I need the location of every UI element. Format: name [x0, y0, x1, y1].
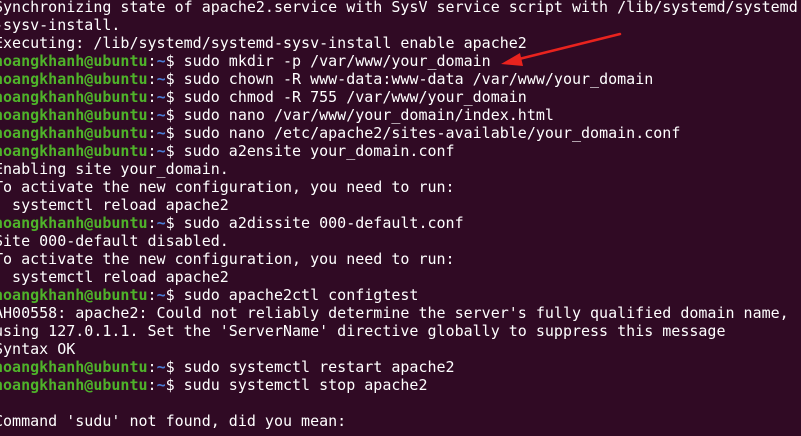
prompt-line: hoangkhanh@ubuntu:~$ sudo nano /var/www/… [0, 106, 554, 124]
prompt-path: ~ [156, 142, 166, 160]
output-line: Command 'sudu' not found, did you mean: [0, 412, 347, 430]
output-line: systemctl reload apache2 [0, 268, 229, 286]
prompt-separator: : [147, 124, 157, 142]
prompt-path: ~ [156, 286, 166, 304]
prompt-line: hoangkhanh@ubuntu:~$ sudu systemctl stop… [0, 376, 428, 394]
command-text: sudo systemctl restart apache2 [183, 358, 455, 376]
prompt-symbol: $ [165, 376, 184, 394]
prompt-separator: : [147, 214, 157, 232]
prompt-path: ~ [156, 358, 166, 376]
command-text: sudo a2ensite your_domain.conf [183, 142, 455, 160]
prompt-separator: : [147, 376, 157, 394]
prompt-user: hoangkhanh@ubuntu [0, 286, 148, 304]
output-line: Executing: /lib/systemd/systemd-sysv-ins… [0, 34, 527, 52]
prompt-line: hoangkhanh@ubuntu:~$ sudo a2dissite 000-… [0, 214, 464, 232]
output-line: To activate the new configuration, you n… [0, 250, 455, 268]
prompt-line: hoangkhanh@ubuntu:~$ sudo chown -R www-d… [0, 70, 653, 88]
command-text: sudo nano /etc/apache2/sites-available/y… [183, 124, 681, 142]
command-text: sudo a2dissite 000-default.conf [183, 214, 464, 232]
prompt-symbol: $ [165, 142, 184, 160]
output-line: To activate the new configuration, you n… [0, 178, 455, 196]
output-line: using 127.0.1.1. Set the 'ServerName' di… [0, 322, 726, 340]
output-line: Synchronizing state of apache2.service w… [0, 0, 798, 16]
command-text: sudo chmod -R 755 /var/www/your_domain [183, 88, 527, 106]
prompt-symbol: $ [165, 70, 184, 88]
prompt-path: ~ [156, 376, 166, 394]
prompt-separator: : [147, 52, 157, 70]
prompt-separator: : [147, 106, 157, 124]
prompt-symbol: $ [165, 88, 184, 106]
prompt-user: hoangkhanh@ubuntu [0, 214, 148, 232]
arrow-head [501, 53, 523, 66]
terminal-window[interactable]: Synchronizing state of apache2.service w… [0, 0, 801, 436]
prompt-line: hoangkhanh@ubuntu:~$ sudo apache2ctl con… [0, 286, 418, 304]
prompt-symbol: $ [165, 52, 184, 70]
command-text: sudu systemctl stop apache2 [183, 376, 428, 394]
command-text: sudo mkdir -p /var/www/your_domain [183, 52, 491, 70]
prompt-path: ~ [156, 70, 166, 88]
prompt-path: ~ [156, 52, 166, 70]
prompt-line: hoangkhanh@ubuntu:~$ sudo systemctl rest… [0, 358, 455, 376]
prompt-user: hoangkhanh@ubuntu [0, 88, 148, 106]
prompt-user: hoangkhanh@ubuntu [0, 70, 148, 88]
prompt-path: ~ [156, 88, 166, 106]
prompt-line: hoangkhanh@ubuntu:~$ sudo nano /etc/apac… [0, 124, 680, 142]
prompt-user: hoangkhanh@ubuntu [0, 376, 148, 394]
command-text: sudo apache2ctl configtest [183, 286, 419, 304]
prompt-path: ~ [156, 106, 166, 124]
prompt-line: hoangkhanh@ubuntu:~$ sudo mkdir -p /var/… [0, 52, 491, 70]
prompt-symbol: $ [165, 214, 184, 232]
prompt-user: hoangkhanh@ubuntu [0, 106, 148, 124]
prompt-line: hoangkhanh@ubuntu:~$ sudo chmod -R 755 /… [0, 88, 527, 106]
output-line: AH00558: apache2: Could not reliably det… [0, 304, 789, 322]
command-text: sudo nano /var/www/your_domain/index.htm… [183, 106, 554, 124]
command-text: sudo chown -R www-data:www-data /var/www… [183, 70, 654, 88]
prompt-separator: : [147, 70, 157, 88]
prompt-separator: : [147, 286, 157, 304]
prompt-path: ~ [156, 124, 166, 142]
output-line: -sysv-install. [0, 16, 121, 34]
prompt-separator: : [147, 88, 157, 106]
prompt-user: hoangkhanh@ubuntu [0, 142, 148, 160]
output-line: systemctl reload apache2 [0, 196, 229, 214]
arrow-shaft [513, 32, 622, 62]
prompt-symbol: $ [165, 106, 184, 124]
output-line: Enabling site your_domain. [0, 160, 229, 178]
output-line: Syntax OK [0, 340, 76, 358]
prompt-symbol: $ [165, 358, 184, 376]
prompt-separator: : [147, 142, 157, 160]
prompt-user: hoangkhanh@ubuntu [0, 52, 148, 70]
prompt-line: hoangkhanh@ubuntu:~$ sudo a2ensite your_… [0, 142, 455, 160]
prompt-user: hoangkhanh@ubuntu [0, 358, 148, 376]
prompt-separator: : [147, 358, 157, 376]
prompt-path: ~ [156, 214, 166, 232]
prompt-user: hoangkhanh@ubuntu [0, 124, 148, 142]
prompt-symbol: $ [165, 286, 184, 304]
prompt-symbol: $ [165, 124, 184, 142]
output-line: Site 000-default disabled. [0, 232, 229, 250]
